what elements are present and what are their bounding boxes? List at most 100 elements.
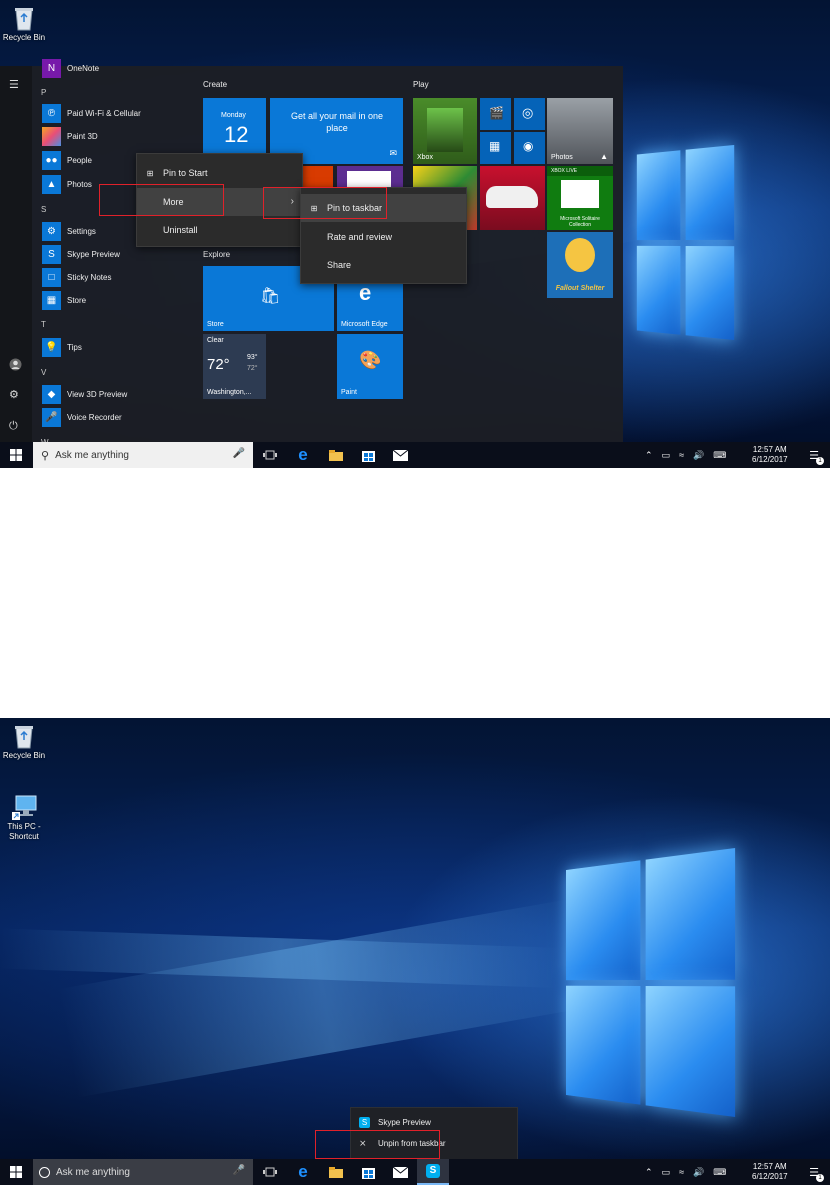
menu-item-uninstall[interactable]: Uninstall bbox=[137, 216, 302, 244]
app-label: Store bbox=[67, 295, 87, 305]
tile-movies[interactable]: 🎬 bbox=[480, 98, 511, 130]
tile-fallout-shelter[interactable]: Fallout Shelter bbox=[547, 232, 613, 298]
app-label: Sticky Notes bbox=[67, 272, 112, 282]
action-center-icon[interactable]: ☰ 1 bbox=[798, 442, 830, 468]
user-avatar-icon[interactable] bbox=[9, 358, 22, 374]
volume-icon[interactable]: 🔊 bbox=[693, 1167, 704, 1178]
clock-date: 6/12/2017 bbox=[752, 1172, 788, 1181]
settings-icon: ⚙ bbox=[42, 221, 61, 241]
tile-group-create[interactable]: Create bbox=[203, 80, 227, 89]
vault-boy-art bbox=[565, 238, 595, 272]
highlight-box-more bbox=[99, 184, 224, 216]
hamburger-menu-icon[interactable]: ☰ bbox=[9, 78, 19, 91]
tile-maps[interactable]: ◉ bbox=[514, 132, 545, 164]
menu-item-pin-to-start[interactable]: ⊞ Pin to Start bbox=[137, 159, 302, 187]
app-list-item-skype-preview[interactable]: S Skype Preview bbox=[42, 244, 120, 264]
search-placeholder: Ask me anything bbox=[55, 449, 129, 461]
app-list-item-sticky-notes[interactable]: □ Sticky Notes bbox=[42, 267, 111, 287]
start-rail: ☰ ⚙ ⏻ bbox=[0, 66, 32, 444]
desktop-icon-recycle-bin[interactable]: Recycle Bin bbox=[0, 5, 54, 43]
desktop-icon-this-pc[interactable]: This PC - Shortcut bbox=[0, 794, 54, 842]
taskbar-clock[interactable]: 12:57 AM 6/12/2017 bbox=[752, 1162, 788, 1182]
app-label: Photos bbox=[67, 179, 92, 189]
file-explorer-icon[interactable] bbox=[320, 1159, 352, 1185]
app-list-letter-v[interactable]: V bbox=[41, 368, 46, 377]
tile-xbox[interactable]: Xbox bbox=[413, 98, 477, 164]
app-list-letter-p[interactable]: P bbox=[41, 88, 46, 97]
mail-icon[interactable] bbox=[384, 442, 416, 468]
battery-icon[interactable]: ▭ bbox=[662, 1167, 671, 1178]
action-center-icon[interactable]: ☰ 1 bbox=[798, 1159, 830, 1185]
tile-group-explore[interactable]: Explore bbox=[203, 250, 230, 259]
microphone-icon[interactable]: 🎤 bbox=[233, 1165, 245, 1176]
wifi-icon[interactable]: ≈ bbox=[679, 450, 684, 460]
edge-icon[interactable]: e bbox=[287, 1159, 319, 1185]
highlight-box-unpin bbox=[315, 1130, 440, 1159]
skype-taskbar-icon[interactable]: S bbox=[417, 1159, 449, 1185]
tile-group-play[interactable]: Play bbox=[413, 80, 429, 89]
file-explorer-icon[interactable] bbox=[320, 442, 352, 468]
taskbar-clock[interactable]: 12:57 AM 6/12/2017 bbox=[752, 445, 788, 465]
desktop-icon-label: Recycle Bin bbox=[2, 33, 46, 42]
store-icon[interactable] bbox=[352, 1159, 384, 1185]
windows-start-icon bbox=[10, 1166, 22, 1178]
desktop-icon-label: This PC - Shortcut bbox=[7, 822, 41, 841]
tile-calculator[interactable]: ▦ bbox=[480, 132, 511, 164]
tile-weather[interactable]: Clear 72° 93° 72° Washington,... bbox=[203, 334, 266, 399]
desktop-icon-recycle-bin[interactable]: Recycle Bin bbox=[0, 723, 54, 761]
mail-tile-text: Get all your mail in one place bbox=[290, 111, 384, 133]
start-button[interactable] bbox=[0, 1159, 32, 1185]
app-list-item-voice-recorder[interactable]: 🎤 Voice Recorder bbox=[42, 407, 122, 427]
tile-paint[interactable]: 🎨 Paint bbox=[337, 334, 403, 399]
keyboard-icon[interactable]: ⌨ bbox=[713, 1167, 726, 1178]
cortana-icon bbox=[39, 1166, 50, 1178]
calendar-day: Monday bbox=[221, 112, 246, 119]
app-label: People bbox=[67, 155, 92, 165]
start-button[interactable] bbox=[0, 442, 32, 468]
store-icon[interactable] bbox=[352, 442, 384, 468]
settings-gear-icon[interactable]: ⚙ bbox=[9, 388, 19, 401]
tile-asphalt[interactable] bbox=[480, 166, 545, 230]
app-list-item-store[interactable]: ▦ Store bbox=[42, 290, 86, 310]
taskbar-search-box[interactable]: Ask me anything 🎤 bbox=[33, 1159, 253, 1185]
app-list-item-onenote[interactable]: N OneNote bbox=[42, 58, 99, 78]
chevron-up-icon[interactable]: ⌃ bbox=[645, 450, 653, 461]
microphone-icon[interactable]: 🎤 bbox=[233, 448, 245, 459]
menu-item-share[interactable]: Share bbox=[301, 251, 466, 279]
app-list-item-paint-3d[interactable]: Paint 3D bbox=[42, 126, 98, 146]
app-list-item-tips[interactable]: 💡 Tips bbox=[42, 337, 82, 357]
keyboard-icon[interactable]: ⌨ bbox=[713, 450, 726, 461]
app-list-item-paid-wifi[interactable]: ℗ Paid Wi-Fi & Cellular bbox=[42, 103, 141, 123]
wifi-icon[interactable]: ≈ bbox=[679, 1167, 684, 1177]
battery-icon[interactable]: ▭ bbox=[662, 450, 671, 461]
calendar-date: 12 bbox=[224, 122, 249, 147]
volume-icon[interactable]: 🔊 bbox=[693, 450, 704, 461]
tile-groove[interactable]: ◎ bbox=[514, 98, 545, 130]
app-list-letter-t[interactable]: T bbox=[41, 320, 46, 329]
clock-date: 6/12/2017 bbox=[752, 455, 788, 464]
app-list-item-settings[interactable]: ⚙ Settings bbox=[42, 221, 96, 241]
menu-item-rate-and-review[interactable]: Rate and review bbox=[301, 223, 466, 251]
app-list-item-photos[interactable]: ▲ Photos bbox=[42, 174, 92, 194]
mail-icon[interactable] bbox=[384, 1159, 416, 1185]
tile-photos[interactable]: Photos ▲ bbox=[547, 98, 613, 164]
tile-solitaire[interactable]: XBOX LIVE Microsoft Solitaire Collection bbox=[547, 166, 613, 230]
race-car-art bbox=[486, 186, 538, 208]
windows-logo-wallpaper bbox=[636, 144, 735, 341]
taskbar-search-box[interactable]: ⚲ Ask me anything 🎤 bbox=[33, 442, 253, 468]
task-view-icon[interactable] bbox=[254, 442, 286, 468]
weather-temp: 72° bbox=[207, 356, 230, 373]
jump-list-item-skype-preview[interactable]: S Skype Preview bbox=[359, 1115, 431, 1129]
chevron-up-icon[interactable]: ⌃ bbox=[645, 1167, 653, 1178]
jump-list-label: Skype Preview bbox=[378, 1117, 431, 1127]
app-list-item-people[interactable]: ●● People bbox=[42, 150, 92, 170]
task-view-icon[interactable] bbox=[254, 1159, 286, 1185]
skype-icon: S bbox=[426, 1164, 440, 1178]
skype-icon: S bbox=[359, 1116, 370, 1128]
power-icon[interactable]: ⏻ bbox=[9, 420, 18, 433]
app-list-item-view-3d[interactable]: ◆ View 3D Preview bbox=[42, 384, 127, 404]
people-icon: ●● bbox=[42, 150, 61, 170]
edge-icon[interactable]: e bbox=[287, 442, 319, 468]
minecraft-art bbox=[427, 108, 463, 152]
app-list-letter-s[interactable]: S bbox=[41, 205, 46, 214]
